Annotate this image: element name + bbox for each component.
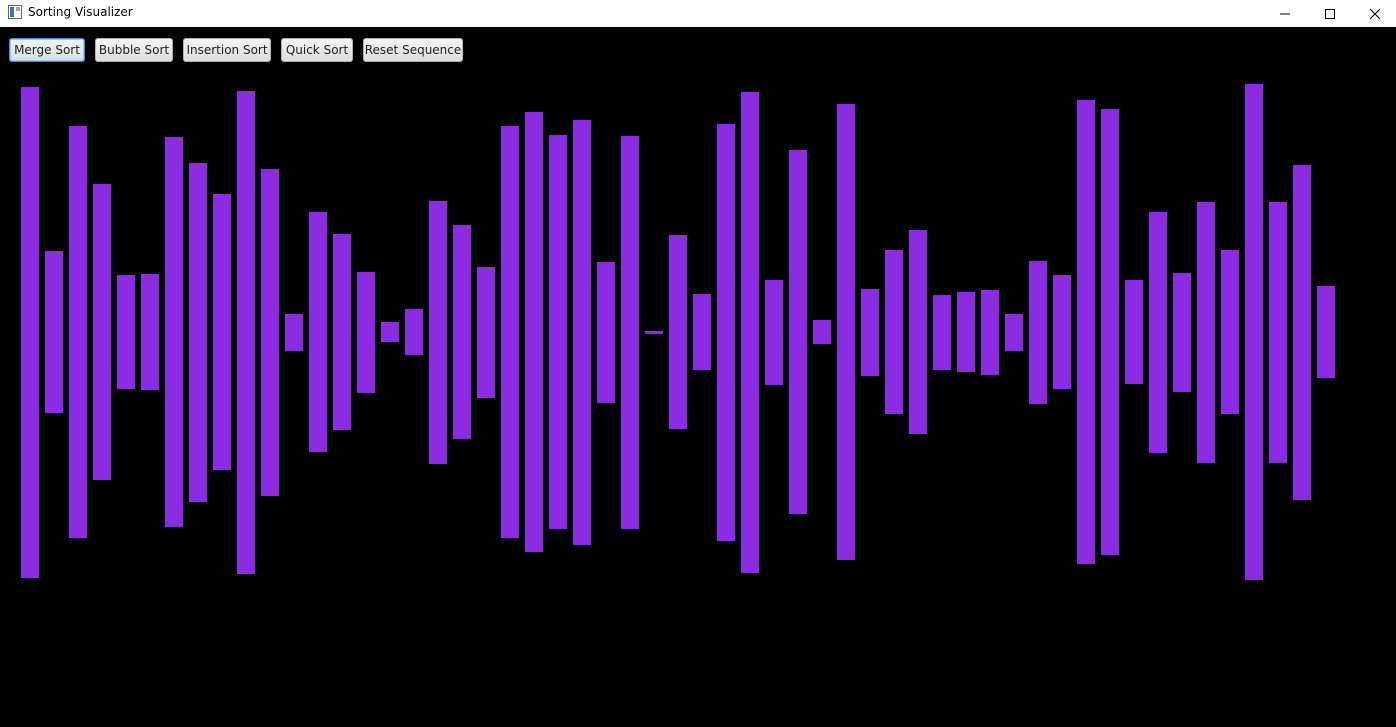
sort-bar [669, 235, 687, 429]
sort-bar [405, 309, 423, 355]
sort-bar [381, 322, 399, 342]
sort-bar [1221, 250, 1239, 414]
sort-bar [693, 294, 711, 370]
maximize-icon [1325, 8, 1335, 19]
sort-bar [909, 230, 927, 434]
bubble-sort-button[interactable]: Bubble Sort [95, 38, 173, 62]
sort-bar [1101, 109, 1119, 555]
sort-bar [549, 135, 567, 529]
toolbar: Merge Sort Bubble Sort Insertion Sort Qu… [0, 27, 1396, 73]
close-icon [1369, 8, 1381, 19]
sort-bar [165, 137, 183, 527]
sort-bar [1293, 164, 1311, 500]
sort-bar [525, 112, 543, 552]
sort-bar [285, 313, 303, 351]
sort-bar [1029, 260, 1047, 404]
sort-bar [885, 250, 903, 414]
sort-bar [717, 123, 735, 541]
visualizer-canvas [0, 73, 1396, 727]
sort-bar [93, 184, 111, 480]
sort-bar [837, 104, 855, 560]
title-bar: Sorting Visualizer [0, 0, 1396, 27]
sort-bar [1269, 201, 1287, 463]
sort-bar [597, 261, 615, 403]
sort-bar [69, 126, 87, 538]
window-title: Sorting Visualizer [28, 5, 133, 19]
insertion-sort-button[interactable]: Insertion Sort [183, 38, 271, 62]
sort-bar [261, 168, 279, 496]
quick-sort-button[interactable]: Quick Sort [281, 38, 353, 62]
sort-bar [453, 225, 471, 439]
sort-bar [981, 289, 999, 375]
sort-bar [117, 275, 135, 389]
sort-bar [45, 251, 63, 413]
sort-bar [789, 150, 807, 514]
sort-bar [861, 288, 879, 376]
minimize-icon [1280, 13, 1290, 14]
sort-bar [357, 271, 375, 393]
sort-bar [1077, 100, 1095, 564]
sort-bar [213, 194, 231, 470]
sort-bar [573, 119, 591, 545]
sort-bar [741, 91, 759, 573]
sort-bar [477, 266, 495, 398]
sort-bar [645, 330, 663, 334]
sort-bar [429, 200, 447, 464]
sort-bar [309, 212, 327, 452]
close-button[interactable] [1352, 0, 1396, 27]
sort-bar [813, 320, 831, 344]
sort-bar [1245, 84, 1263, 580]
sort-bar [621, 135, 639, 529]
sort-bar [765, 279, 783, 385]
minimize-button[interactable] [1262, 0, 1308, 27]
sort-bar [933, 294, 951, 370]
sort-bar [21, 86, 39, 578]
sort-bar [1197, 201, 1215, 463]
maximize-button[interactable] [1307, 0, 1353, 27]
sort-bar [1317, 286, 1335, 378]
sort-bar [1173, 272, 1191, 392]
sort-bar [1005, 313, 1023, 351]
sort-bar [1053, 275, 1071, 389]
merge-sort-button[interactable]: Merge Sort [9, 38, 85, 62]
sort-bar [237, 90, 255, 574]
sort-bar [189, 162, 207, 502]
sort-bar [957, 292, 975, 372]
reset-sequence-button[interactable]: Reset Sequence [363, 38, 463, 62]
sort-bar [1149, 211, 1167, 453]
sort-bar [1125, 280, 1143, 384]
sort-bar [501, 126, 519, 538]
sort-bar [333, 234, 351, 430]
app-icon [8, 5, 22, 19]
sort-bar [141, 274, 159, 390]
